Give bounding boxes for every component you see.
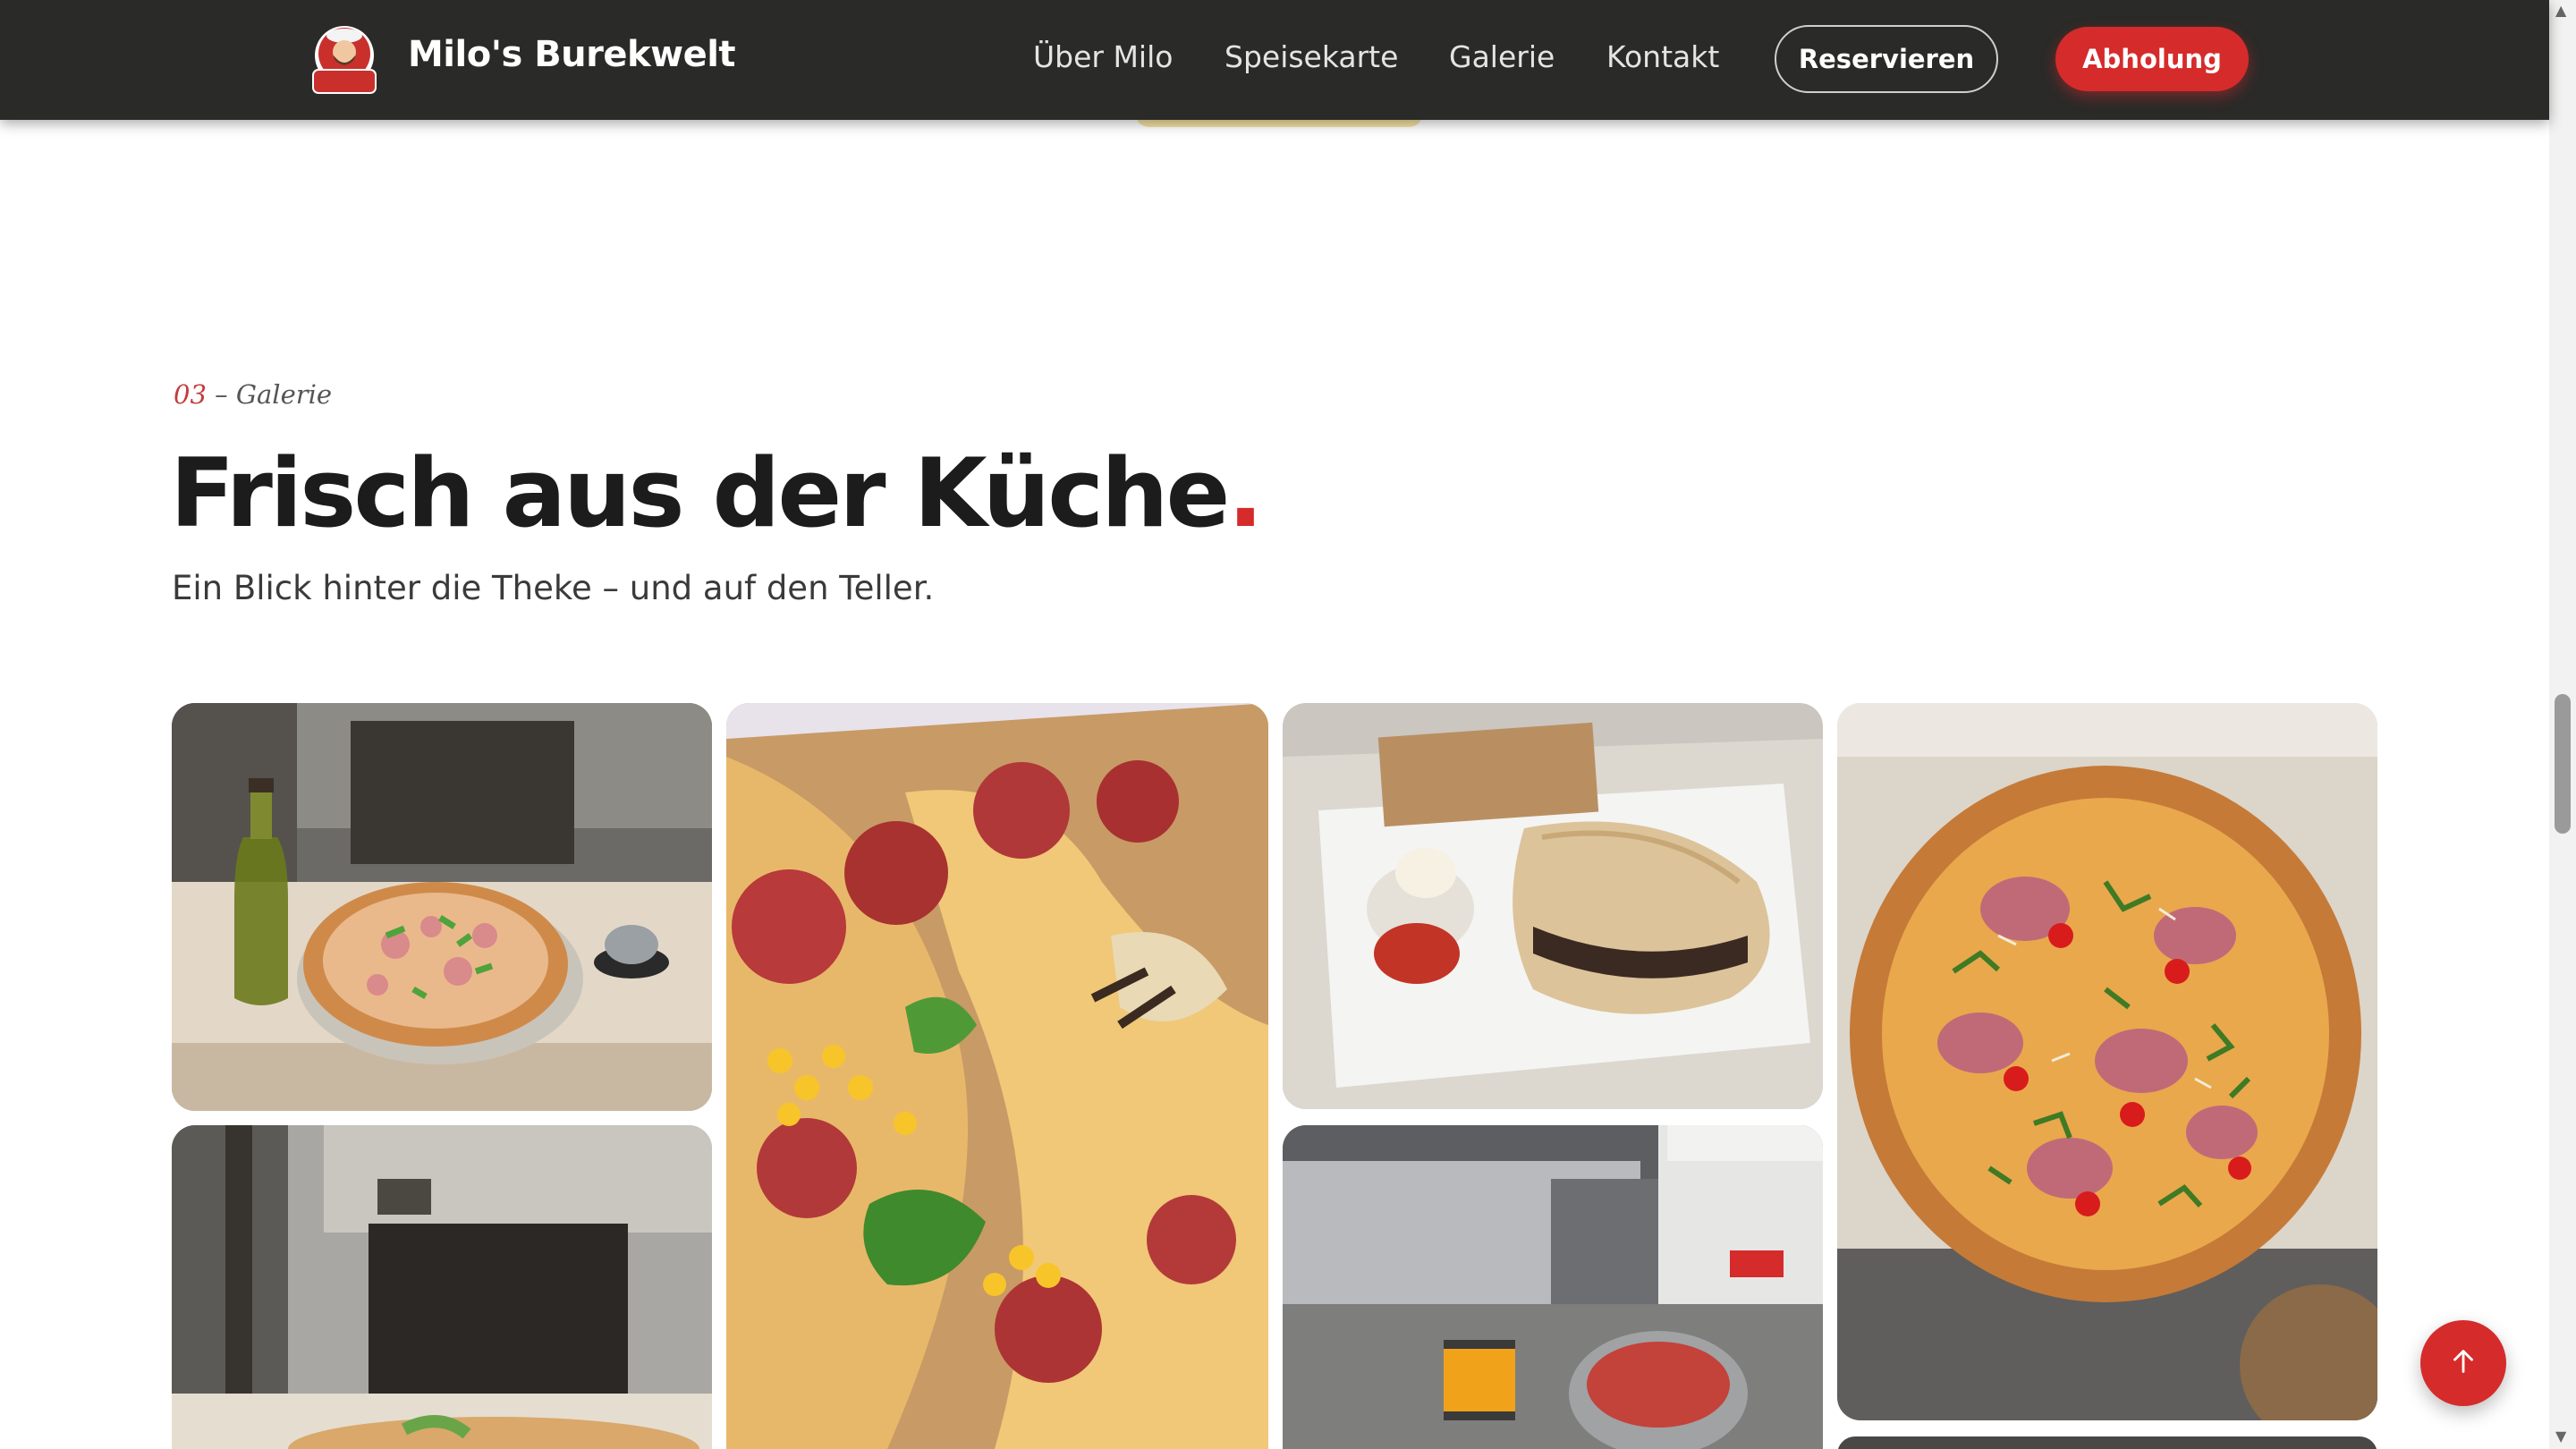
arrow-up-icon — [2446, 1344, 2480, 1382]
gallery-image-next[interactable] — [1837, 1436, 2377, 1449]
site-header: Milo's Burekwelt Über Milo Speisekarte G… — [0, 0, 2549, 120]
scroll-up-icon[interactable]: ▲ — [2555, 2, 2566, 19]
section-label: Galerie — [235, 379, 333, 410]
gallery-image-counter[interactable] — [172, 1125, 712, 1449]
gallery-image-kitchen[interactable] — [1283, 1125, 1823, 1449]
section-title-text: Frisch aus der Küche — [170, 438, 1230, 548]
nav-gallery[interactable]: Galerie — [1449, 39, 1555, 74]
section-subtitle: Ein Blick hinter die Theke – und auf den… — [172, 569, 935, 607]
reserve-button[interactable]: Reservieren — [1775, 25, 1998, 93]
title-accent-dot: . — [1227, 438, 1263, 548]
scrollbar-thumb[interactable] — [2555, 694, 2571, 834]
nav-menu[interactable]: Speisekarte — [1224, 39, 1398, 74]
brand-logo[interactable] — [304, 23, 385, 98]
brand-name[interactable]: Milo's Burekwelt — [408, 34, 736, 75]
section-eyebrow: 03 – Galerie — [174, 379, 332, 410]
pickup-button[interactable]: Abholung — [2055, 27, 2249, 91]
eyebrow-separator: – — [206, 379, 236, 410]
section-title: Frisch aus der Küche. — [170, 438, 1264, 548]
gallery-image-salami-pizza[interactable] — [726, 703, 1268, 1449]
gallery-image-prosciutto-pizza[interactable] — [1837, 703, 2377, 1420]
gallery-image-pizza-oil[interactable] — [172, 703, 712, 1111]
nav-about[interactable]: Über Milo — [1033, 39, 1173, 74]
nav-contact[interactable]: Kontakt — [1606, 39, 1719, 74]
back-to-top-button[interactable] — [2420, 1320, 2506, 1406]
gallery-image-burek-plate[interactable] — [1283, 703, 1823, 1109]
scroll-down-icon[interactable]: ▼ — [2555, 1428, 2566, 1445]
section-number: 03 — [174, 379, 207, 410]
